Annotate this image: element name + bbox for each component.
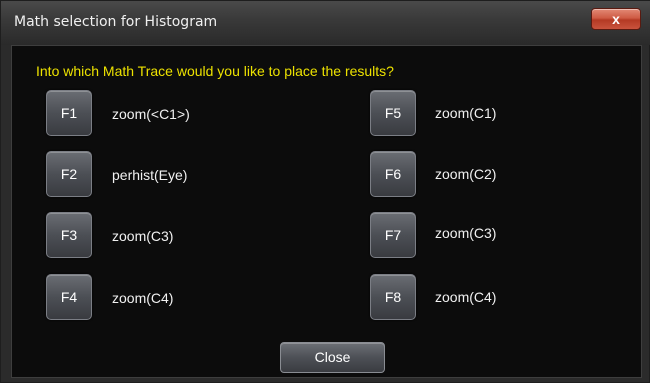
f2-button[interactable]: F2 bbox=[46, 151, 92, 197]
prompt-text: Into which Math Trace would you like to … bbox=[36, 63, 394, 79]
f6-button[interactable]: F6 bbox=[370, 151, 416, 197]
f5-button[interactable]: F5 bbox=[370, 90, 416, 136]
dialog-window: Math selection for Histogram x Into whic… bbox=[0, 0, 650, 383]
window-title: Math selection for Histogram bbox=[14, 14, 218, 30]
f4-trace-label: zoom(C4) bbox=[112, 290, 174, 306]
f7-trace-label: zoom(C3) bbox=[435, 225, 497, 241]
f1-trace-label: zoom(<C1>) bbox=[112, 106, 190, 122]
f1-button[interactable]: F1 bbox=[46, 90, 92, 136]
dialog-body: Into which Math Trace would you like to … bbox=[11, 45, 642, 378]
f5-trace-label: zoom(C1) bbox=[435, 105, 497, 121]
f8-button[interactable]: F8 bbox=[370, 274, 416, 320]
close-button[interactable]: Close bbox=[280, 342, 385, 373]
f3-trace-label: zoom(C3) bbox=[112, 228, 174, 244]
title-bar[interactable]: Math selection for Histogram x bbox=[1, 1, 650, 45]
f7-button[interactable]: F7 bbox=[370, 212, 416, 258]
f8-trace-label: zoom(C4) bbox=[435, 289, 497, 305]
f4-button[interactable]: F4 bbox=[46, 274, 92, 320]
f2-trace-label: perhist(Eye) bbox=[112, 167, 188, 183]
f3-button[interactable]: F3 bbox=[46, 212, 92, 258]
window-close-button[interactable]: x bbox=[591, 8, 641, 30]
f6-trace-label: zoom(C2) bbox=[435, 166, 497, 182]
